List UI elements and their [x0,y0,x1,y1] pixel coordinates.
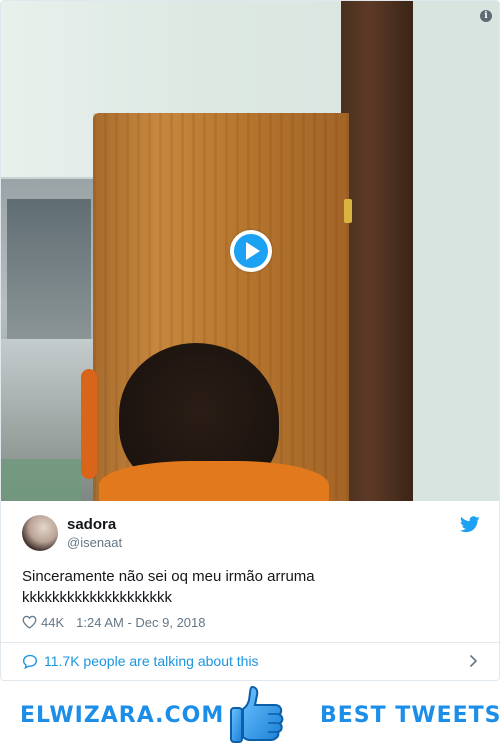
speech-bubble-icon [22,654,38,669]
twitter-bird-icon[interactable] [460,516,480,533]
divider [1,642,499,643]
banner-site-name: ELWIZARA.COM [20,703,225,728]
tweet-card: i sadora @isenaat Sinceramente não sei o… [0,0,500,681]
author-handle[interactable]: @isenaat [67,535,122,550]
talking-about-link[interactable]: 11.7K people are talking about this [22,651,482,671]
timestamp[interactable]: 1:24 AM - Dec 9, 2018 [76,615,205,630]
video-frame-window-pane [7,199,91,339]
heart-icon[interactable] [22,615,37,629]
thumbs-up-icon [230,685,284,743]
video-frame-objects [1,459,81,501]
play-icon [246,242,260,260]
tweet-text-line-1: Sinceramente não sei oq meu irmão arruma [22,568,315,585]
video-frame-wall-right [406,1,499,501]
like-count[interactable]: 44K [41,615,64,630]
tweet-text: Sinceramente não sei oq meu irmão arruma… [22,566,482,608]
play-button[interactable] [230,230,272,272]
banner-tagline: BEST TWEETS [320,703,500,728]
info-icon[interactable]: i [480,10,492,22]
video-frame-door-frame [341,1,413,501]
tweet-text-line-2: kkkkkkkkkkkkkkkkkkkk [22,589,172,606]
talking-about-text[interactable]: 11.7K people are talking about this [44,653,259,669]
video-frame-arm [81,369,97,479]
video-frame-person-shirt [99,461,329,501]
chevron-right-icon[interactable] [469,654,478,668]
author-name[interactable]: sadora [67,516,116,533]
banner: ELWIZARA.COM BEST TWEETS [0,681,500,752]
avatar[interactable] [22,515,58,551]
tweet-meta: 44K 1:24 AM - Dec 9, 2018 [22,613,206,631]
video-frame-hinge [344,199,352,223]
video-player[interactable] [1,1,499,501]
